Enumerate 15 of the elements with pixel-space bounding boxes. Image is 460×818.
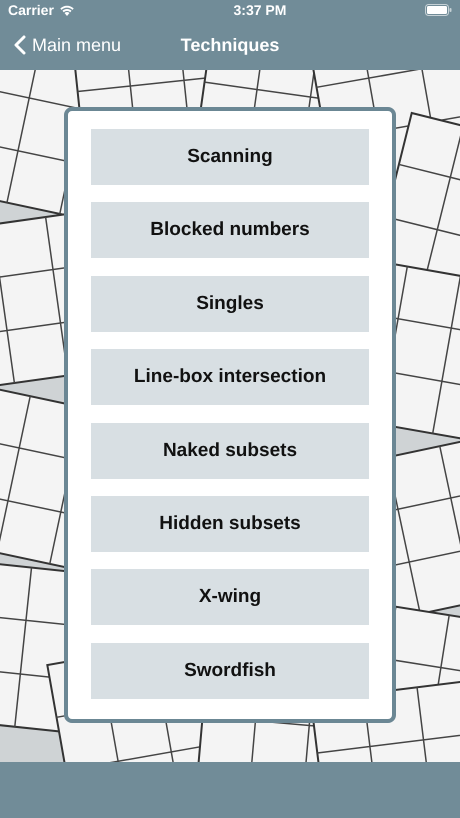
technique-button[interactable]: X-wing: [91, 569, 369, 626]
carrier-label: Carrier: [8, 2, 54, 18]
screen-title: Techniques: [180, 34, 280, 54]
technique-button[interactable]: Line-box intersection: [91, 349, 369, 406]
wifi-icon: [58, 4, 75, 16]
battery-icon: [425, 4, 452, 16]
technique-button[interactable]: Hidden subsets: [91, 496, 369, 552]
technique-button[interactable]: Scanning: [91, 129, 369, 185]
back-button[interactable]: Main menu: [0, 34, 128, 56]
technique-button[interactable]: Blocked numbers: [91, 202, 369, 258]
technique-button[interactable]: Singles: [91, 276, 369, 332]
status-time: 3:37 PM: [234, 2, 286, 18]
technique-button[interactable]: Naked subsets: [91, 422, 369, 479]
chevron-icon: [14, 35, 26, 55]
technique-button[interactable]: Swordfish: [91, 642, 369, 699]
